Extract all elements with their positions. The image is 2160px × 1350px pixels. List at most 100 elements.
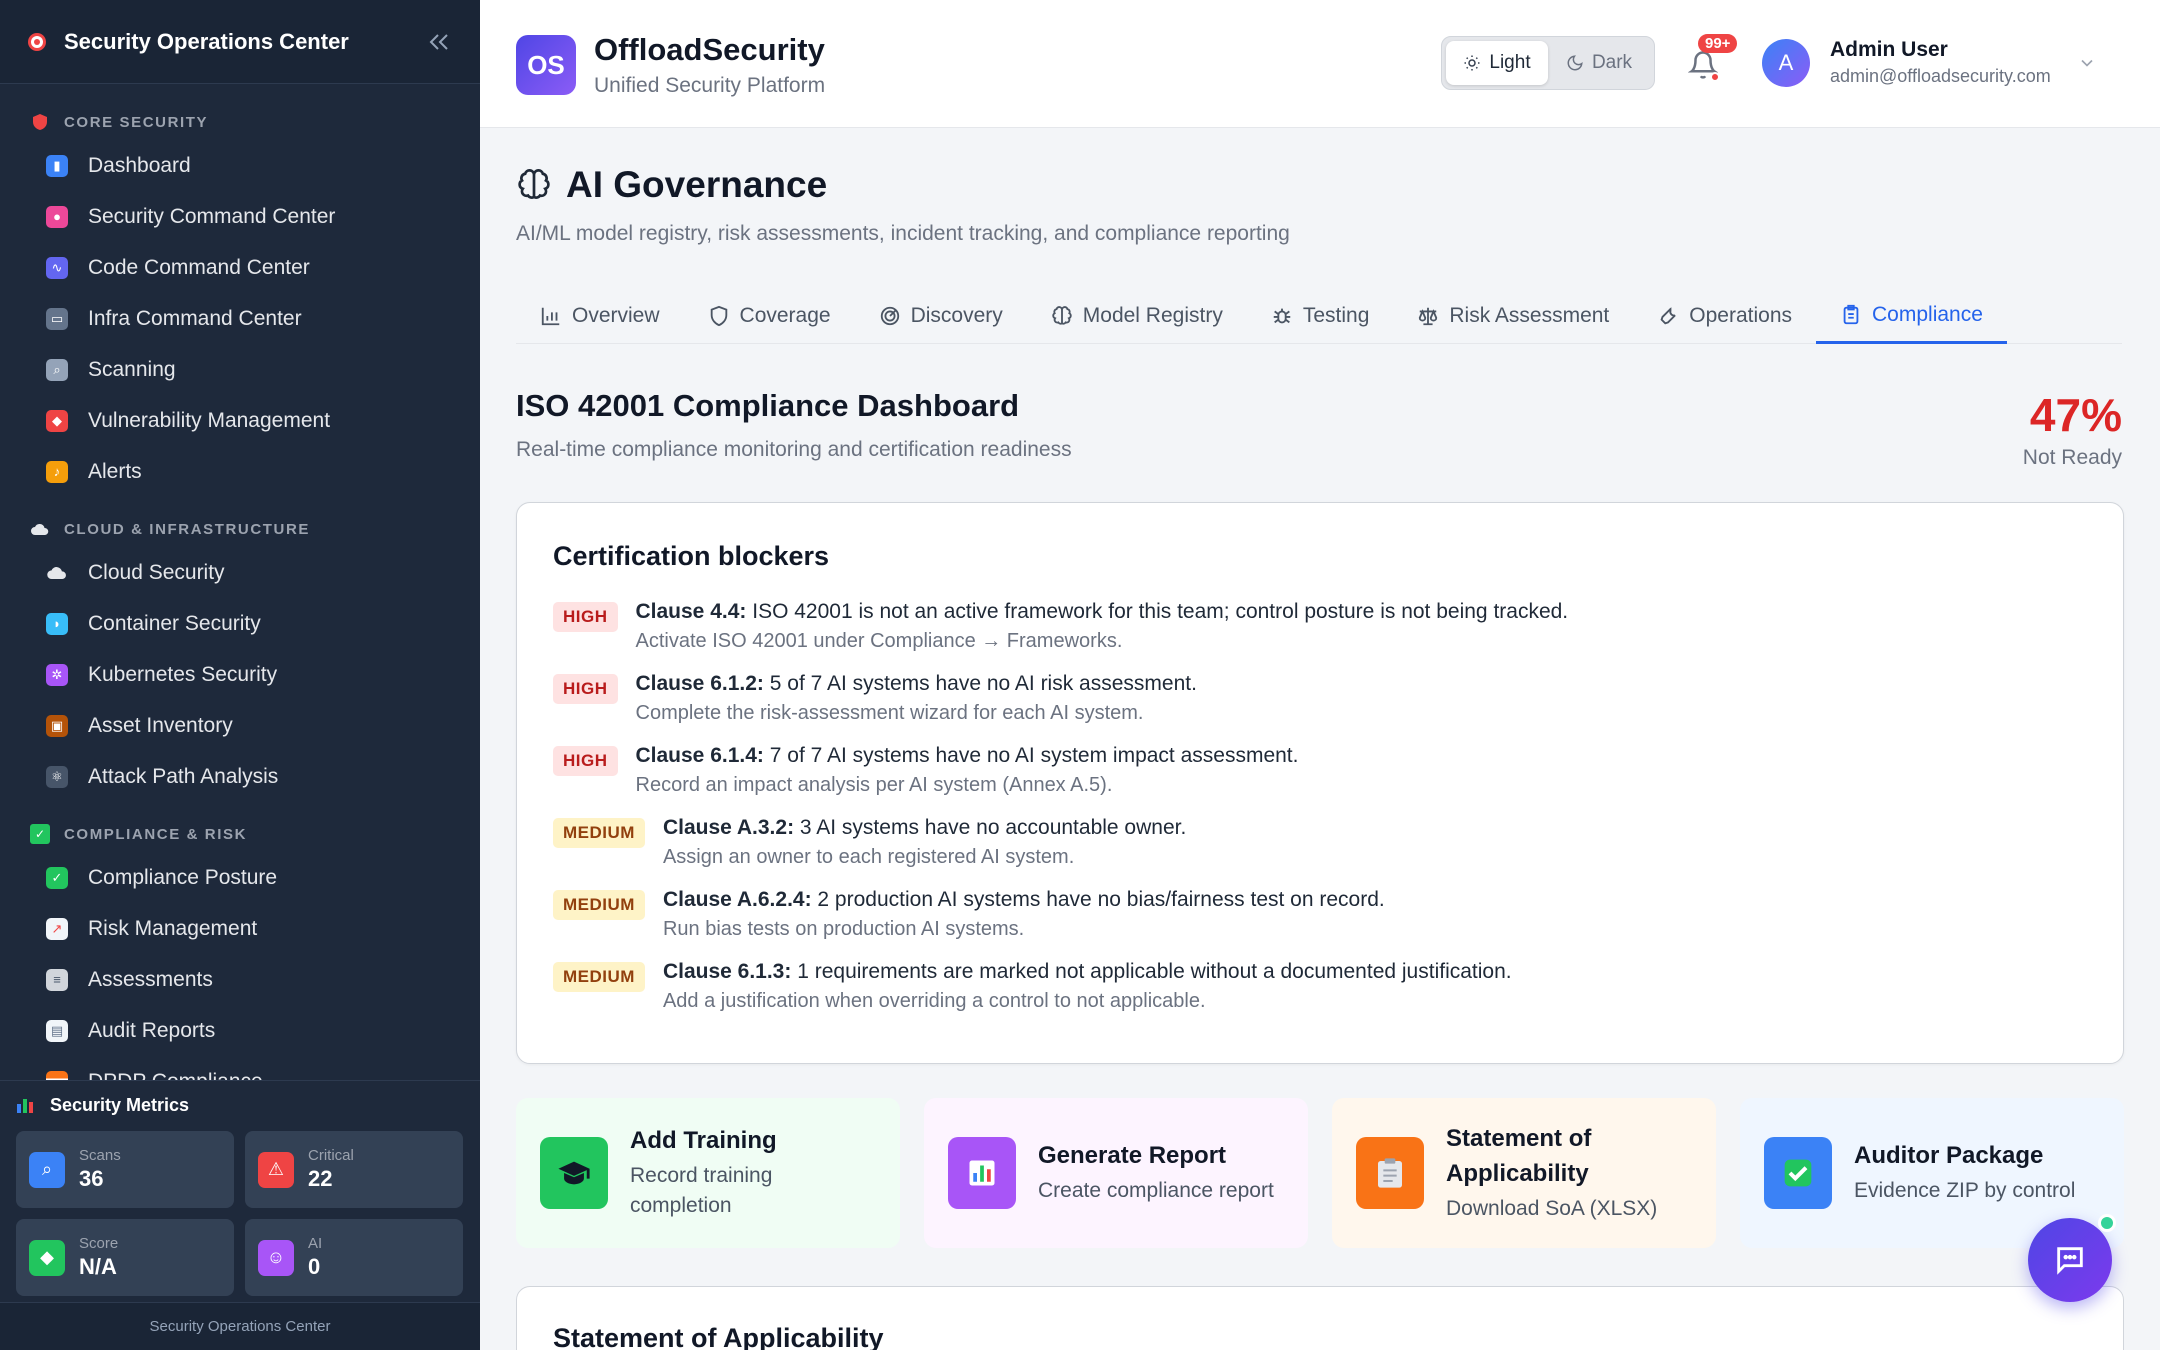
sidebar-item-label: Code Command Center	[88, 255, 310, 279]
quick-actions: Add Training Record training completion G…	[516, 1098, 2124, 1248]
tab-coverage[interactable]: Coverage	[684, 288, 855, 344]
metric-score[interactable]: ◆ Score N/A	[16, 1219, 234, 1296]
sidebar-item-asset-inventory[interactable]: ▣ Asset Inventory	[0, 700, 480, 751]
sidebar-item-risk-management[interactable]: ↗ Risk Management	[0, 903, 480, 954]
metric-critical[interactable]: ⚠ Critical 22	[245, 1131, 463, 1208]
sidebar-item-assessments[interactable]: ≡ Assessments	[0, 954, 480, 1005]
tab-operations[interactable]: Operations	[1633, 288, 1816, 344]
chat-assistant-button[interactable]	[2028, 1214, 2116, 1302]
tab-model-registry[interactable]: Model Registry	[1027, 288, 1247, 344]
severity-badge: HIGH	[553, 746, 618, 776]
sidebar-item-dpdp-compliance[interactable]: DPDP Compliance	[0, 1056, 480, 1080]
statement-of-applicability-button[interactable]: Statement of Applicability Download SoA (…	[1332, 1098, 1716, 1248]
metric-ai[interactable]: ☺ AI 0	[245, 1219, 463, 1296]
tab-compliance[interactable]: Compliance	[1816, 288, 2007, 344]
collapse-sidebar-button[interactable]	[422, 25, 456, 59]
generate-report-button[interactable]: Generate Report Create compliance report	[924, 1098, 1308, 1248]
sidebar-item-security-command-center[interactable]: ● Security Command Center	[0, 191, 480, 242]
blocker-description: 2 production AI systems have no bias/fai…	[817, 888, 1385, 911]
soa-title: Statement of Applicability	[553, 1323, 884, 1350]
metric-label: Score	[79, 1235, 119, 1252]
page-description: AI/ML model registry, risk assessments, …	[516, 222, 1290, 245]
brain-icon	[1052, 306, 1072, 325]
blocker-item: MEDIUM Clause A.6.2.4: 2 production AI s…	[553, 888, 2087, 960]
tab-label: Coverage	[739, 304, 831, 327]
tab-testing[interactable]: Testing	[1247, 288, 1394, 344]
helm-icon: ✲	[46, 663, 68, 686]
section-label: COMPLIANCE & RISK	[64, 825, 248, 843]
blocker-clause: Clause A.6.2.4:	[662, 888, 812, 911]
sidebar-item-kubernetes-security[interactable]: ✲ Kubernetes Security	[0, 649, 480, 700]
sidebar-item-compliance-posture[interactable]: ✓ Compliance Posture	[0, 852, 480, 903]
blocker-hint: Run bias tests on production AI systems.	[662, 918, 1025, 940]
sidebar-item-cloud-security[interactable]: Cloud Security	[0, 547, 480, 598]
blocker-hint: Complete the risk-assessment wizard for …	[635, 702, 1144, 724]
robot-icon: ☺	[258, 1239, 294, 1276]
sidebar-item-alerts[interactable]: ♪ Alerts	[0, 446, 480, 497]
brand[interactable]: OS OffloadSecurity Unified Security Plat…	[516, 32, 825, 98]
package-icon: ▣	[46, 714, 68, 737]
cloud-icon	[30, 519, 50, 539]
dna-icon: ∿	[46, 256, 68, 279]
metric-scans[interactable]: ⌕ Scans 36	[16, 1131, 234, 1208]
clipboard-icon	[1356, 1137, 1424, 1209]
sidebar-item-label: Scanning	[88, 357, 176, 381]
sidebar-item-label: Security Command Center	[88, 204, 336, 228]
sidebar-item-scanning[interactable]: ⌕ Scanning	[0, 344, 480, 395]
tab-label: Overview	[572, 304, 660, 327]
metric-value: 22	[308, 1166, 333, 1191]
bug-icon	[1273, 308, 1291, 324]
metrics-title-label: Security Metrics	[50, 1094, 190, 1115]
brain-icon	[518, 169, 550, 199]
sidebar-item-audit-reports[interactable]: ▤ Audit Reports	[0, 1005, 480, 1056]
tab-label: Operations	[1689, 304, 1793, 327]
sidebar-item-dashboard[interactable]: ▮ Dashboard	[0, 140, 480, 191]
section-label: CLOUD & INFRASTRUCTURE	[64, 520, 311, 538]
dark-theme-button[interactable]: Dark	[1548, 41, 1650, 85]
light-theme-button[interactable]: Light	[1446, 41, 1548, 85]
sidebar-header: Security Operations Center	[0, 0, 480, 84]
metric-label: Scans	[79, 1147, 121, 1164]
blocker-hint: Assign an owner to each registered AI sy…	[662, 846, 1075, 868]
blocker-clause: Clause 6.1.2:	[635, 672, 764, 695]
blocker-text: Clause A.3.2: 3 AI systems have no accou…	[663, 816, 1186, 840]
action-subtitle: Evidence ZIP by control	[1854, 1179, 2076, 1203]
sidebar-item-label: Kubernetes Security	[88, 662, 278, 686]
blocker-text: Clause 6.1.3: 1 requirements are marked …	[663, 960, 1512, 984]
blocker-text: Clause 6.1.2: 5 of 7 AI systems have no …	[636, 672, 1197, 696]
document-icon: ▤	[46, 1019, 68, 1042]
tab-label: Model Registry	[1082, 304, 1223, 327]
brain-icon: ●	[46, 205, 68, 228]
shield-icon: ◆	[29, 1239, 65, 1276]
sidebar-item-attack-path-analysis[interactable]: ⚛ Attack Path Analysis	[0, 751, 480, 802]
user-menu[interactable]: A Admin User admin@offloadsecurity.com	[1762, 38, 2097, 87]
blocker-text: Clause A.6.2.4: 2 production AI systems …	[663, 888, 1385, 912]
radar-icon	[880, 306, 899, 326]
chevron-down-icon	[2081, 59, 2093, 67]
tab-overview[interactable]: Overview	[516, 288, 684, 344]
topbar: OS OffloadSecurity Unified Security Plat…	[480, 0, 2160, 128]
action-subtitle: Download SoA (XLSX)	[1446, 1196, 1658, 1220]
sidebar-item-infra-command-center[interactable]: ▭ Infra Command Center	[0, 293, 480, 344]
sidebar-item-label: Infra Command Center	[88, 306, 302, 330]
sidebar-title: Security Operations Center	[64, 28, 349, 54]
action-title: Statement of Applicability	[1446, 1124, 1592, 1187]
tab-discovery[interactable]: Discovery	[855, 288, 1027, 344]
warning-icon: ⚠	[258, 1151, 294, 1188]
user-name: Admin User	[1830, 38, 1948, 61]
light-label: Light	[1489, 52, 1531, 73]
bar-chart-icon	[16, 1096, 34, 1114]
sidebar-item-label: Assessments	[88, 967, 213, 991]
notification-dot	[1710, 72, 1720, 82]
sidebar-item-vulnerability-management[interactable]: ◆ Vulnerability Management	[0, 395, 480, 446]
sidebar-section-compliance-risk: ✓ COMPLIANCE & RISK	[0, 802, 480, 852]
notifications-button[interactable]: 99+	[1686, 34, 1738, 82]
sidebar-item-code-command-center[interactable]: ∿ Code Command Center	[0, 242, 480, 293]
tab-risk-assessment[interactable]: Risk Assessment	[1393, 288, 1633, 344]
blocker-hint: Add a justification when overriding a co…	[662, 990, 1206, 1012]
action-subtitle: Create compliance report	[1038, 1179, 1274, 1203]
scale-icon	[1419, 307, 1438, 326]
add-training-button[interactable]: Add Training Record training completion	[516, 1098, 900, 1248]
checkmark-icon: ✓	[46, 866, 68, 889]
sidebar-item-container-security[interactable]: ◗ Container Security	[0, 598, 480, 649]
